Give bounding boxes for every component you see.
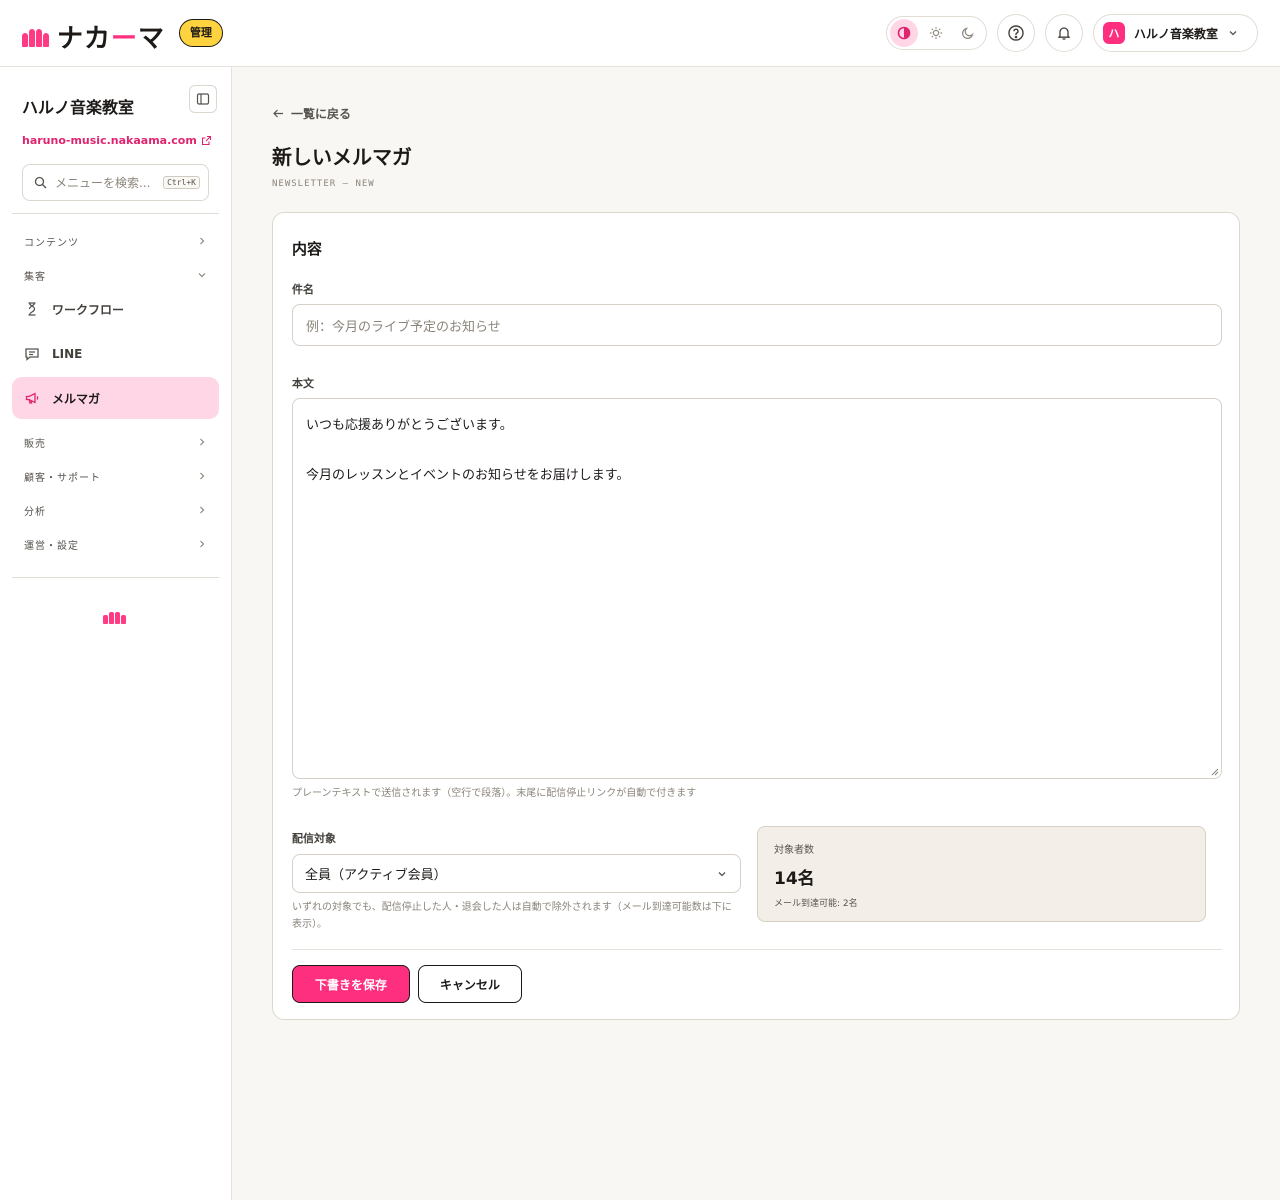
section-operations[interactable]: 運営・設定 xyxy=(24,535,207,553)
back-link-label: 一覧に戻る xyxy=(291,107,352,121)
chevron-down-icon xyxy=(1229,31,1237,36)
contrast-icon xyxy=(897,26,911,40)
reachable-count: メール到達可能: 2名 xyxy=(774,899,858,909)
arrow-left-icon xyxy=(273,109,283,118)
recipient-count-panel: 対象者数 14名 メール到達可能: 2名 xyxy=(757,826,1206,922)
chat-icon xyxy=(25,348,39,361)
recipient-count-value: 14名 xyxy=(774,869,815,889)
external-link-icon xyxy=(201,135,211,146)
site-url-link[interactable]: haruno-music.nakaama.com xyxy=(22,134,212,147)
chevron-down-icon xyxy=(198,273,206,278)
people-icon xyxy=(22,27,49,47)
bell-icon xyxy=(1057,27,1071,40)
section-analytics[interactable]: 分析 xyxy=(24,501,207,519)
section-contents[interactable]: コンテンツ xyxy=(24,232,207,250)
account-name: ハルノ音楽教室 xyxy=(1134,26,1219,41)
theme-switcher xyxy=(886,16,987,50)
theme-light-button[interactable] xyxy=(922,19,950,47)
section-sales[interactable]: 販売 xyxy=(24,433,207,451)
sidebar-item-newsletter[interactable]: メルマガ xyxy=(12,377,219,419)
section-label: 運営・設定 xyxy=(24,540,79,552)
sidebar-collapse-button[interactable] xyxy=(189,85,217,113)
account-menu[interactable]: ハ ハルノ音楽教室 xyxy=(1093,14,1258,52)
recipient-count-label: 対象者数 xyxy=(774,845,814,856)
theme-auto-button[interactable] xyxy=(890,19,918,47)
card-divider xyxy=(292,949,1222,950)
card-title: 内容 xyxy=(292,240,323,258)
megaphone-icon xyxy=(25,392,39,404)
sidebar-item-workflow[interactable]: ワークフロー xyxy=(12,288,219,330)
audience-selected: 全員（アクティブ会員） xyxy=(305,868,447,883)
brand-name: ナカーマ xyxy=(57,24,166,54)
audience-hint: いずれの対象でも、配信停止した人・退会した人は自動で除外されます（メール到達可能… xyxy=(292,902,732,930)
help-icon xyxy=(1008,25,1024,41)
page-title: 新しいメルマガ xyxy=(272,145,412,169)
search-shortcut: Ctrl+K xyxy=(163,176,200,189)
moon-icon xyxy=(962,27,974,39)
body-line: いつも応援ありがとうございます。 xyxy=(306,418,513,433)
body-line: 今月のレッスンとイベントのお知らせをお届けします。 xyxy=(306,468,630,483)
chevron-right-icon xyxy=(200,237,205,245)
subject-label: 件名 xyxy=(292,283,314,296)
theme-dark-button[interactable] xyxy=(954,19,982,47)
audience-select[interactable]: 全員（アクティブ会員） xyxy=(292,854,741,893)
sidebar-toggle-icon xyxy=(196,93,210,105)
section-label: コンテンツ xyxy=(24,237,79,249)
sidebar-item-line[interactable]: LINE xyxy=(12,333,219,375)
chevron-right-icon xyxy=(200,506,205,514)
audience-label: 配信対象 xyxy=(292,832,336,845)
account-avatar: ハ xyxy=(1103,22,1125,44)
back-to-list-link[interactable]: 一覧に戻る xyxy=(272,105,351,122)
body-label: 本文 xyxy=(292,377,314,390)
section-acquisition[interactable]: 集客 xyxy=(24,266,207,284)
section-label: 販売 xyxy=(24,438,46,450)
search-icon xyxy=(34,176,47,189)
newsletter-form-card: 内容 件名 例：今月のライブ予定のお知らせ 本文 いつも応援ありがとうございます… xyxy=(272,212,1240,1020)
notifications-button[interactable] xyxy=(1045,14,1083,52)
people-icon xyxy=(103,612,126,624)
site-url: haruno-music.nakaama.com xyxy=(22,134,197,147)
section-label: 分析 xyxy=(24,506,46,518)
sidebar-divider xyxy=(12,577,219,578)
search-placeholder: メニューを検索... xyxy=(55,176,151,190)
subject-input[interactable]: 例：今月のライブ予定のお知らせ xyxy=(292,304,1222,346)
section-customers[interactable]: 顧客・サポート xyxy=(24,467,207,485)
page-subtitle: NEWSLETTER — NEW xyxy=(272,179,375,189)
admin-badge: 管理 xyxy=(179,19,223,47)
body-hint: プレーンテキストで送信されます（空行で段落）。末尾に配信停止リンクが自動で付きま… xyxy=(292,788,697,799)
sun-icon xyxy=(930,27,942,39)
sidebar-item-label: ワークフロー xyxy=(52,302,125,317)
chevron-right-icon xyxy=(200,540,205,548)
chevron-down-icon xyxy=(718,871,726,876)
section-label: 集客 xyxy=(24,271,46,283)
body-textarea[interactable]: いつも応援ありがとうございます。 今月のレッスンとイベントのお知らせをお届けしま… xyxy=(292,398,1222,779)
top-bar: ナカーマ 管理 ハ ハルノ音楽教室 xyxy=(0,0,1280,67)
subject-placeholder: 例：今月のライブ予定のお知らせ xyxy=(306,319,501,335)
chevron-right-icon xyxy=(200,438,205,446)
sidebar-divider xyxy=(12,213,219,214)
help-button[interactable] xyxy=(997,14,1035,52)
section-label: 顧客・サポート xyxy=(24,472,101,484)
hourglass-icon xyxy=(28,302,36,316)
brand-logo[interactable]: ナカーマ xyxy=(22,18,165,55)
sidebar-title: ハルノ音楽教室 xyxy=(22,98,135,117)
cancel-button[interactable]: キャンセル xyxy=(418,965,522,1003)
chevron-right-icon xyxy=(200,472,205,480)
sidebar: ハルノ音楽教室 haruno-music.nakaama.com メニューを検索… xyxy=(0,67,232,1200)
sidebar-item-label: メルマガ xyxy=(52,391,101,406)
resize-handle-icon[interactable] xyxy=(1211,768,1219,776)
menu-search-input[interactable]: メニューを検索... Ctrl+K xyxy=(22,164,209,201)
sidebar-item-label: LINE xyxy=(52,347,83,361)
save-draft-button[interactable]: 下書きを保存 xyxy=(292,965,410,1003)
